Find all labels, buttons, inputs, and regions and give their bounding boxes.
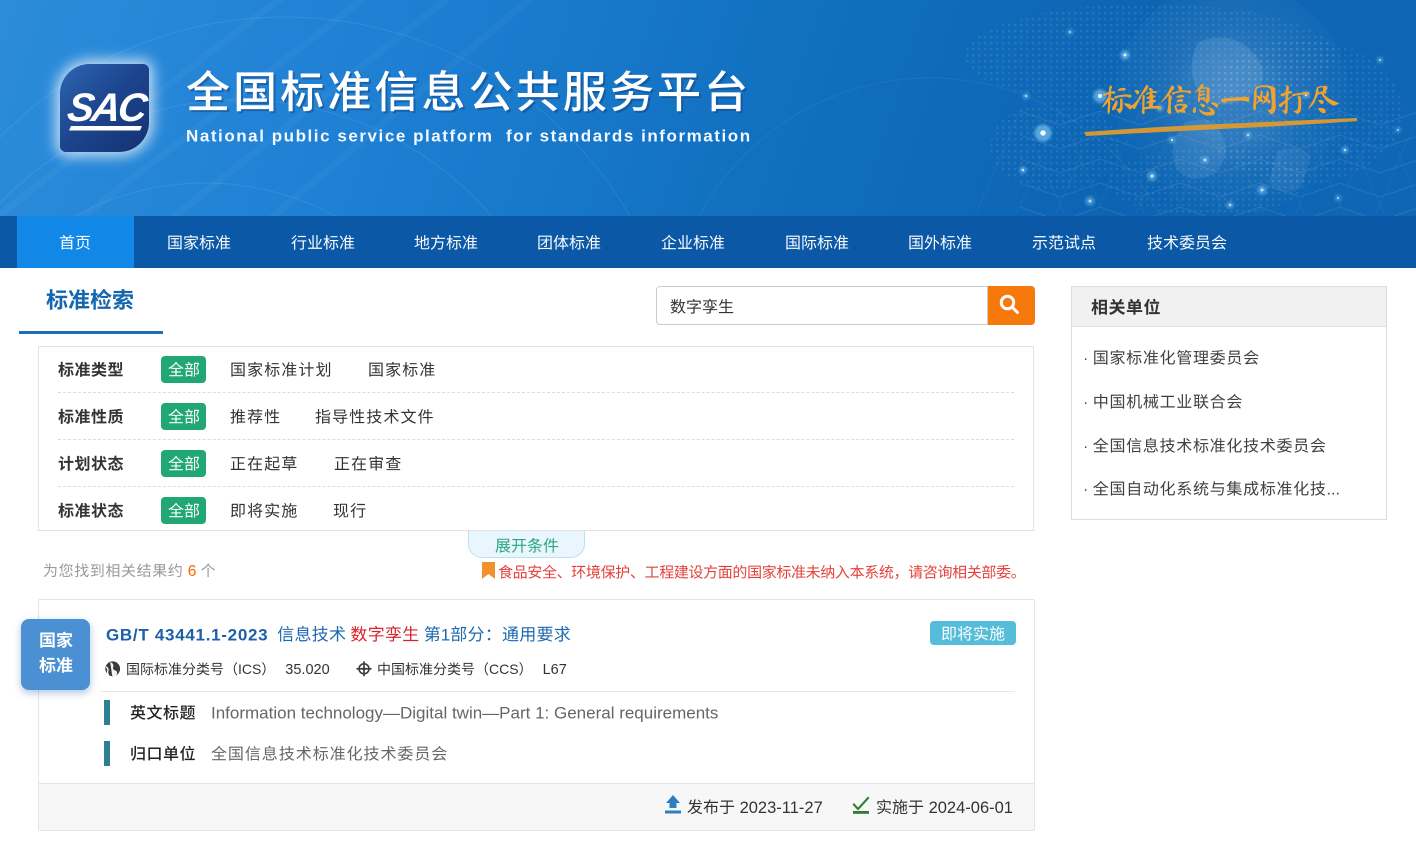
svg-text:2024-06-01: 2024-06-01: [924, 799, 1013, 817]
svg-text:Information technology—Digital: Information technology—Digital twin—Part…: [211, 703, 718, 722]
svg-text:6: 6: [183, 563, 200, 580]
svg-text:1: 1: [440, 625, 449, 644]
svg-text:·: ·: [1083, 351, 1093, 368]
svg-text:·: ·: [1083, 394, 1093, 411]
svg-text:GB/T 43441.1-2023: GB/T 43441.1-2023: [106, 625, 268, 644]
svg-text:L67: L67: [543, 662, 567, 678]
svg-text:National public service platfo: National public service platform for sta…: [186, 126, 752, 145]
svg-text:...: ...: [1327, 482, 1340, 499]
svg-text:·: ·: [1083, 482, 1093, 499]
svg-text:2023-11-27: 2023-11-27: [735, 799, 823, 817]
svg-text:SAC: SAC: [65, 85, 149, 130]
svg-text:·: ·: [1083, 438, 1093, 455]
svg-text:35.020: 35.020: [286, 662, 330, 678]
svg-text:ICS: ICS: [238, 661, 261, 677]
svg-text:CCS: CCS: [489, 661, 519, 677]
